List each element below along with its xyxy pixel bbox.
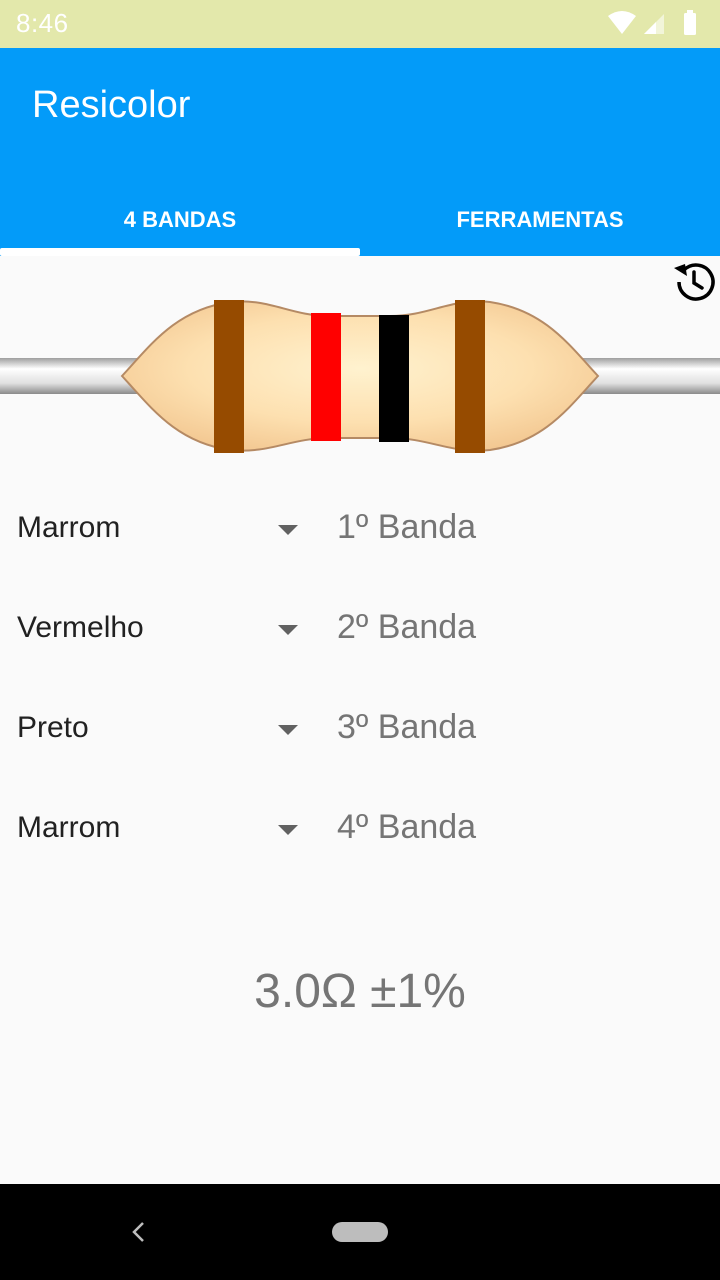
resistance-result: 3.0Ω ±1% xyxy=(254,965,466,1018)
resistor-band-3 xyxy=(379,315,409,442)
spinner-value: Marrom xyxy=(17,511,121,544)
spinner-value: Preto xyxy=(17,711,89,744)
back-icon[interactable] xyxy=(128,1220,150,1244)
status-icons xyxy=(608,10,696,35)
band-3-spinner[interactable]: Preto xyxy=(0,690,310,770)
status-bar: 8:46 xyxy=(0,0,720,48)
resistor-band-2 xyxy=(311,313,341,441)
battery-icon xyxy=(684,10,696,35)
tab-ferramentas[interactable]: FERRAMENTAS xyxy=(360,184,720,256)
band-label: 4º Banda xyxy=(337,808,477,846)
status-time: 8:46 xyxy=(16,8,69,38)
tab-label: 4 BANDAS xyxy=(123,207,237,232)
resistor-band-4 xyxy=(455,300,485,453)
home-pill-icon[interactable] xyxy=(332,1222,388,1242)
app-bar: Resicolor 4 BANDAS FERRAMENTAS xyxy=(0,48,720,256)
resistor-body xyxy=(120,300,600,452)
band-row-1: Marrom 1º Banda xyxy=(0,490,720,570)
band-4-spinner[interactable]: Marrom xyxy=(0,790,310,870)
dropdown-arrow-icon xyxy=(278,725,298,735)
band-row-4: Marrom 4º Banda xyxy=(0,790,720,870)
tab-indicator xyxy=(0,248,360,256)
tab-label: FERRAMENTAS xyxy=(456,207,624,232)
band-label: 3º Banda xyxy=(337,708,477,746)
band-label: 2º Banda xyxy=(337,608,477,646)
app-title: Resicolor xyxy=(32,84,191,126)
band-row-3: Preto 3º Banda xyxy=(0,690,720,770)
dropdown-arrow-icon xyxy=(278,825,298,835)
band-1-spinner[interactable]: Marrom xyxy=(0,490,310,570)
tab-4-bandas[interactable]: 4 BANDAS xyxy=(0,184,360,256)
dropdown-arrow-icon xyxy=(278,625,298,635)
dropdown-arrow-icon xyxy=(278,525,298,535)
band-label: 1º Banda xyxy=(337,508,477,546)
resistor-illustration xyxy=(0,300,720,453)
band-row-2: Vermelho 2º Banda xyxy=(0,590,720,670)
band-2-spinner[interactable]: Vermelho xyxy=(0,590,310,670)
wifi-icon xyxy=(608,11,636,34)
spinner-value: Vermelho xyxy=(17,611,144,644)
cell-signal-icon xyxy=(644,14,664,34)
resistor-band-1 xyxy=(214,300,244,453)
spinner-value: Marrom xyxy=(17,811,121,844)
